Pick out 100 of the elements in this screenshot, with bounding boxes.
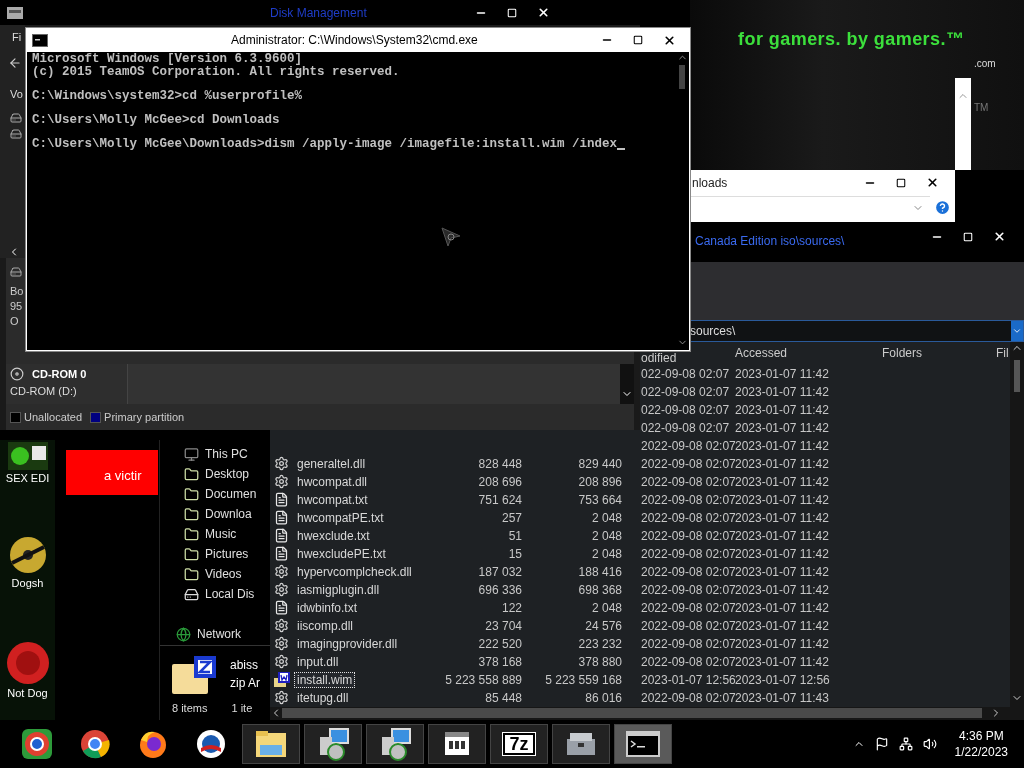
window-title: Administrator: C:\Windows\System32\cmd.exe [231, 32, 478, 49]
nav-item[interactable]: Documen [205, 485, 257, 503]
size-cell: 222 520 [478, 636, 522, 651]
modified-cell: 2022-09-08 02:07 [641, 510, 736, 525]
folder-icon [184, 546, 199, 562]
gear-icon [274, 690, 289, 706]
gear-icon [274, 618, 289, 634]
scroll-thumb[interactable] [1014, 360, 1020, 392]
maximize-icon[interactable] [896, 177, 906, 188]
taskbar-button[interactable]: 7z [490, 724, 548, 764]
flag-icon[interactable] [874, 737, 889, 751]
allocated-cell: 753 664 [578, 492, 622, 507]
taskbar-button[interactable] [366, 724, 424, 764]
chrome-icon[interactable] [79, 728, 111, 760]
column-header[interactable]: Vo [10, 85, 23, 102]
allocated-cell: 208 896 [578, 474, 622, 489]
file-name[interactable]: idwbinfo.txt [294, 599, 361, 616]
file-name[interactable]: hwexclude.txt [294, 527, 373, 544]
nav-item[interactable]: Videos [205, 565, 242, 583]
file-name[interactable]: hwexcludePE.txt [294, 545, 389, 562]
computer-icon [184, 446, 199, 462]
accessed-cell: 2023-01-07 11:42 [735, 600, 829, 615]
modified-cell: 2023-01-07 12:56 [641, 672, 736, 687]
clock[interactable]: 4:36 PM 1/22/2023 [954, 728, 1008, 760]
nav-item[interactable]: Desktop [205, 465, 250, 483]
nav-item[interactable]: Pictures [205, 545, 249, 563]
document-icon [274, 528, 289, 544]
ad-banner[interactable]: a victir [66, 450, 158, 495]
back-icon[interactable] [8, 55, 22, 70]
nav-item[interactable]: Network [197, 625, 241, 643]
disk-name: CD-ROM 0 [32, 367, 87, 382]
accessed-cell: 2023-01-07 11:42 [735, 582, 829, 597]
file-name[interactable]: itetupg.dll [294, 689, 352, 706]
taskbar-button[interactable] [242, 724, 300, 764]
file-name[interactable]: hwcompat.txt [294, 491, 371, 508]
close-icon[interactable] [663, 33, 676, 47]
scroll-thumb[interactable] [282, 708, 982, 719]
vertical-scrollbar[interactable] [1010, 342, 1024, 720]
modified-cell: 2022-09-08 02:07 [641, 654, 736, 669]
help-icon[interactable] [934, 198, 951, 216]
folder-icon[interactable] [254, 729, 288, 759]
close-icon[interactable] [993, 230, 1006, 243]
size-cell: 751 624 [478, 492, 522, 507]
zip-folder-icon[interactable] [172, 656, 216, 694]
folder-icon [184, 506, 199, 522]
column-header[interactable]: Fil [996, 346, 1009, 361]
accessed-cell: 2023-01-07 11:42 [735, 618, 829, 633]
size-cell: 208 696 [478, 474, 522, 489]
taskbar-button[interactable] [614, 724, 672, 764]
size-cell: 51 [508, 528, 522, 543]
nav-item[interactable]: Downloa [205, 505, 252, 523]
network-icon[interactable] [898, 737, 913, 751]
horizontal-scrollbar[interactable] [270, 706, 1010, 720]
file-name[interactable]: hypervcomplcheck.dll [294, 563, 415, 580]
desktop-icon-label[interactable]: Not Dog [7, 685, 48, 702]
scroll-thumb[interactable] [679, 65, 685, 89]
size-cell: 85 448 [485, 690, 522, 705]
gear-icon [274, 582, 289, 598]
taskbar-button[interactable] [428, 724, 486, 764]
accessed-cell: 2023-01-07 11:42 [735, 654, 829, 669]
file-name[interactable]: iiscomp.dll [294, 617, 356, 634]
file-name[interactable]: input.dll [294, 653, 342, 670]
accessed-cell: 2023-01-07 11:42 [735, 636, 829, 651]
browser-icon[interactable] [21, 728, 53, 760]
desktop-icon-label[interactable]: Dogsh [11, 574, 44, 591]
dropdown-icon[interactable] [1012, 326, 1022, 336]
app-icon [6, 4, 24, 21]
column-header[interactable]: Accessed [735, 346, 788, 361]
drive-icon [184, 586, 199, 602]
nav-item[interactable]: This PC [205, 445, 248, 463]
close-icon[interactable] [926, 176, 939, 189]
document-icon [274, 600, 289, 616]
taskbar-button[interactable] [552, 724, 610, 764]
menu-item[interactable]: Fi [12, 29, 22, 46]
file-name[interactable]: imagingprovider.dll [294, 635, 401, 652]
file-name[interactable]: iasmigplugin.dll [294, 581, 383, 598]
archiver-icon[interactable]: 7z [503, 733, 535, 755]
round-logo-icon[interactable] [196, 729, 226, 759]
accessed-cell: 2023-01-07 11:42 [735, 492, 829, 507]
column-header[interactable]: Folders [882, 346, 922, 361]
column-header[interactable]: odified [641, 351, 677, 366]
terminal-icon[interactable] [626, 731, 660, 757]
accessed-cell: 2023-01-07 11:42 [735, 420, 829, 435]
maximize-icon[interactable] [633, 35, 643, 45]
desktop-icon-label[interactable]: SEX EDI [5, 470, 50, 487]
file-name[interactable]: hwcompatPE.txt [294, 509, 387, 526]
speaker-icon[interactable] [922, 737, 937, 751]
allocated-cell: 378 880 [578, 654, 622, 669]
close-icon[interactable] [537, 6, 550, 19]
taskbar-button[interactable] [304, 724, 362, 764]
nav-item[interactable]: Local Dis [205, 585, 255, 603]
nav-item[interactable]: Music [205, 525, 237, 543]
allocated-cell: 86 016 [585, 690, 622, 705]
file-name[interactable]: hwcompat.dll [294, 473, 371, 490]
modified-cell: 2022-09-08 02:07 [641, 528, 736, 543]
file-name[interactable]: generaltel.dll [294, 455, 369, 472]
allocated-cell: 188 416 [578, 564, 622, 579]
allocated-cell: 698 368 [578, 582, 622, 597]
file-name[interactable]: install.wim [294, 671, 356, 688]
window-title: nloads [692, 174, 728, 192]
